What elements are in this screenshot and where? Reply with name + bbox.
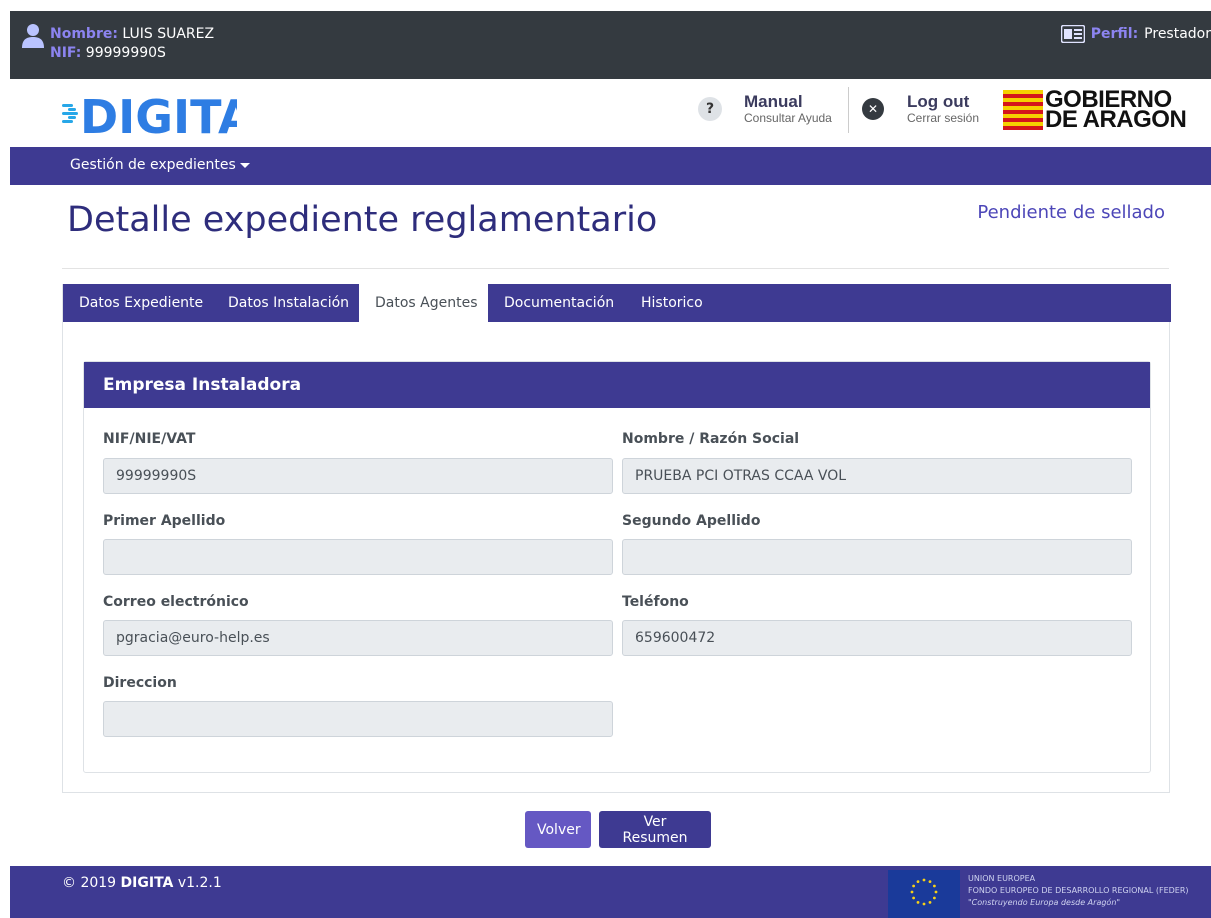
footer-copyright: © 2019 DIGITA v1.2.1 <box>62 875 222 891</box>
nif-field[interactable] <box>103 458 613 494</box>
id-card-icon <box>1060 25 1085 43</box>
user-info: Nombre: LUIS SUAREZ NIF: 99999990S <box>50 25 214 63</box>
logout-title: Log out <box>907 92 970 111</box>
brand-header: DIGITA ? Manual Consultar Ayuda ✕ Log ou… <box>0 79 1211 147</box>
question-circle-icon[interactable]: ? <box>698 97 722 121</box>
close-circle-icon[interactable]: ✕ <box>862 98 884 120</box>
panel-title: Empresa Instaladora <box>84 362 1150 408</box>
manual-title: Manual <box>744 92 803 111</box>
profile-label: Perfil: <box>1090 26 1139 42</box>
user-bar: Nombre: LUIS SUAREZ NIF: 99999990S Perfi… <box>10 11 1211 79</box>
copyright-text: © 2019 <box>62 875 117 891</box>
main-navbar: Gestión de expedientes <box>10 147 1211 185</box>
logout-subtitle: Cerrar sesión <box>907 111 980 125</box>
gobierno-aragon-logo: GOBIERNO DE ARAGON <box>1045 88 1187 133</box>
eu-line1: UNION EUROPEA <box>968 874 1036 883</box>
eu-feder-text: UNION EUROPEA FONDO EUROPEO DE DESARROLL… <box>968 873 1189 909</box>
volver-button[interactable]: Volver <box>525 811 591 848</box>
eu-line2: FONDO EUROPEO DE DESARROLLO REGIONAL (FE… <box>968 886 1189 895</box>
user-name: LUIS SUAREZ <box>122 26 215 42</box>
telefono-label: Teléfono <box>622 594 689 610</box>
footer-version: v1.2.1 <box>177 875 222 891</box>
manual-link[interactable]: Manual Consultar Ayuda <box>744 92 832 125</box>
title-divider <box>62 268 1169 269</box>
segundo-apellido-label: Segundo Apellido <box>622 513 761 529</box>
profile-value: Prestador <box>1144 26 1211 42</box>
ver-resumen-button[interactable]: Ver Resumen <box>599 811 711 848</box>
manual-subtitle: Consultar Ayuda <box>744 111 832 125</box>
user-nif-label: NIF: <box>50 45 82 61</box>
footer-brand: DIGITA <box>120 875 174 891</box>
eu-line3: "Construyendo Europa desde Aragón" <box>968 898 1121 907</box>
tab-datos-instalacion[interactable]: Datos Instalación <box>212 284 365 322</box>
direccion-label: Direccion <box>103 675 177 691</box>
nombre-field[interactable] <box>622 458 1132 494</box>
caret-down-icon <box>239 162 250 168</box>
tab-datos-expediente[interactable]: Datos Expediente <box>63 284 219 322</box>
empresa-instaladora-panel: Empresa Instaladora NIF/NIE/VAT Nombre /… <box>83 361 1151 773</box>
profile-info[interactable]: Perfil: Prestador <box>1060 25 1211 43</box>
tab-historico[interactable]: Historico <box>625 284 719 322</box>
footer: © 2019 DIGITA v1.2.1 UNION EUROPEA FONDO… <box>10 866 1211 918</box>
eu-flag-icon <box>888 870 960 918</box>
telefono-field[interactable] <box>622 620 1132 656</box>
direccion-field[interactable] <box>103 701 613 737</box>
tab-bar: Datos Expediente Datos Instalación Datos… <box>63 284 1171 322</box>
tab-documentacion[interactable]: Documentación <box>488 284 630 322</box>
email-field[interactable] <box>103 620 613 656</box>
tab-datos-agentes[interactable]: Datos Agentes <box>359 284 488 322</box>
expediente-card: Datos Expediente Datos Instalación Datos… <box>62 284 1171 793</box>
logout-link[interactable]: Log out Cerrar sesión <box>907 92 979 125</box>
segundo-apellido-field[interactable] <box>622 539 1132 575</box>
digita-logo[interactable]: DIGITA <box>62 93 237 135</box>
nif-label: NIF/NIE/VAT <box>103 431 196 447</box>
status-badge: Pendiente de sellado <box>977 202 1165 223</box>
primer-apellido-label: Primer Apellido <box>103 513 226 529</box>
nombre-label: Nombre / Razón Social <box>622 431 800 447</box>
user-nif: 99999990S <box>85 45 166 61</box>
logo-text: DIGITA <box>80 93 237 135</box>
user-icon <box>22 24 44 48</box>
header-divider <box>848 87 849 133</box>
aragon-flag-icon <box>1003 90 1043 130</box>
gobierno-line2: DE ARAGON <box>1045 106 1187 133</box>
nav-gestion-label: Gestión de expedientes <box>70 157 236 173</box>
nav-gestion-expedientes[interactable]: Gestión de expedientes <box>70 157 250 173</box>
email-label: Correo electrónico <box>103 594 249 610</box>
primer-apellido-field[interactable] <box>103 539 613 575</box>
page-title: Detalle expediente reglamentario <box>67 200 658 240</box>
user-name-label: Nombre: <box>50 26 118 42</box>
